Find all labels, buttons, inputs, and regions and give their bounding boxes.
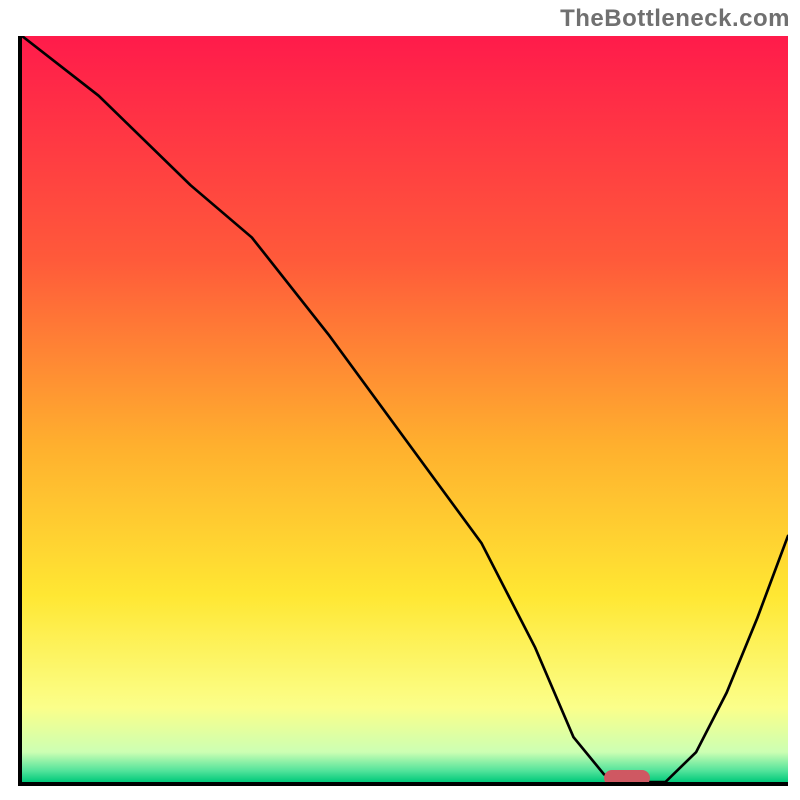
gradient-background [22, 36, 788, 782]
plot-svg [22, 36, 788, 782]
plot-area [18, 36, 788, 786]
result-marker [604, 770, 650, 786]
chart-stage: TheBottleneck.com [0, 0, 800, 800]
attribution-label: TheBottleneck.com [560, 5, 790, 33]
